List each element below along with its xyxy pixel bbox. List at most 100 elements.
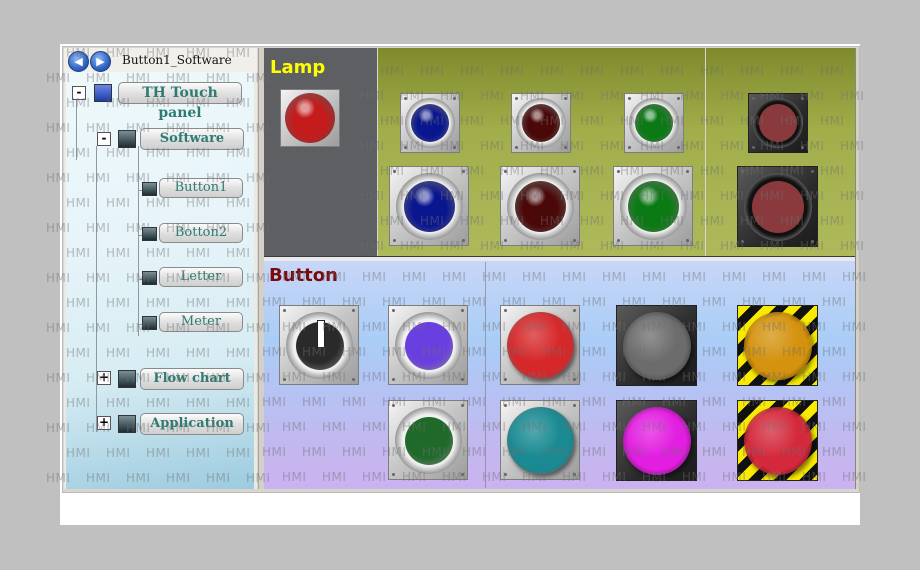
tree-item-th-touch-panel[interactable]: TH Touch panel — [118, 82, 242, 121]
screw — [573, 473, 576, 476]
button-cap — [507, 312, 574, 379]
screw — [392, 378, 395, 381]
button-cap — [623, 407, 691, 475]
screw — [392, 473, 395, 476]
screw — [628, 146, 631, 149]
screw — [504, 378, 507, 381]
lamp-lens — [404, 181, 455, 232]
tree-view: - TH Touch panel - Software Button1 Bott… — [66, 72, 254, 489]
screw — [393, 170, 396, 173]
screw — [515, 97, 518, 100]
collapse-root-toggle[interactable]: - — [72, 86, 86, 100]
lamp-panel-left — [264, 48, 377, 256]
monitor-icon — [94, 84, 112, 102]
lamp-lens — [752, 181, 804, 233]
back-button[interactable]: ◀ — [68, 51, 89, 72]
lamp-bezel — [753, 98, 803, 148]
screw — [801, 146, 804, 149]
lamp-section-title: Lamp — [270, 57, 326, 78]
orange-emergency-button[interactable] — [737, 305, 818, 386]
screw — [617, 170, 620, 173]
screw — [461, 473, 464, 476]
screw — [504, 404, 507, 407]
tree-item-flow-chart[interactable]: Flow chart — [140, 368, 244, 390]
screw — [564, 146, 567, 149]
screw — [573, 239, 576, 242]
tree-item-software[interactable]: Software — [140, 128, 244, 150]
blue-lamp-small — [400, 93, 460, 153]
screw — [504, 309, 507, 312]
screw — [462, 170, 465, 173]
screw — [686, 170, 689, 173]
node-icon — [142, 182, 157, 196]
selector-switch[interactable] — [279, 305, 359, 385]
gray-button[interactable] — [616, 305, 697, 386]
lamp-lens — [759, 104, 797, 142]
maroon-lamp-large — [737, 166, 818, 247]
purple-button[interactable] — [388, 305, 468, 385]
screw — [811, 240, 814, 243]
screw — [453, 146, 456, 149]
screw — [573, 309, 576, 312]
magenta-button[interactable] — [616, 400, 697, 481]
screw — [352, 378, 355, 381]
tree-item-application[interactable]: Application — [140, 413, 244, 435]
button-cap — [623, 312, 691, 380]
breadcrumb: Button1_Software — [122, 53, 232, 67]
tree-item-button1[interactable]: Button1 — [159, 178, 243, 198]
button-cap — [744, 312, 812, 380]
screw — [573, 378, 576, 381]
selector-handle — [317, 320, 325, 348]
lamp-lens — [285, 93, 335, 143]
screw — [352, 309, 355, 312]
lamp-bezel — [744, 173, 812, 241]
screw — [404, 146, 407, 149]
lamp-bezel — [629, 98, 679, 148]
button-section-title: Button — [269, 265, 338, 286]
screw — [393, 239, 396, 242]
green-lamp-small — [624, 93, 684, 153]
screw — [677, 146, 680, 149]
lamp-bezel — [396, 173, 463, 240]
tree-item-meter[interactable]: Meter — [159, 312, 243, 332]
red-button[interactable] — [500, 305, 580, 385]
screw — [461, 309, 464, 312]
lamp-bezel — [620, 173, 687, 240]
lamp-lens — [635, 104, 673, 142]
green-button[interactable] — [388, 400, 468, 480]
screw — [801, 97, 804, 100]
screw — [811, 170, 814, 173]
nav-header: ◀ ▶ Button1_Software — [64, 48, 257, 72]
lamp-lens — [522, 104, 560, 142]
expand-application-toggle[interactable]: + — [97, 416, 111, 430]
node-icon — [142, 316, 157, 330]
screw — [573, 170, 576, 173]
collapse-software-toggle[interactable]: - — [97, 132, 111, 146]
network-node-icon — [118, 415, 136, 433]
lamp-lens — [515, 181, 566, 232]
screw — [462, 239, 465, 242]
expand-flow-chart-toggle[interactable]: + — [97, 371, 111, 385]
column-divider — [485, 262, 486, 488]
screw — [392, 309, 395, 312]
tree-item-botton2[interactable]: Botton2 — [159, 223, 243, 243]
button-cap — [405, 417, 453, 465]
network-node-icon — [118, 130, 136, 148]
network-node-icon — [118, 370, 136, 388]
forward-button[interactable]: ▶ — [90, 51, 111, 72]
darkred-lamp-small — [511, 93, 571, 153]
screw — [504, 170, 507, 173]
screw — [504, 239, 507, 242]
red-emergency-button[interactable] — [737, 400, 818, 481]
screw — [752, 146, 755, 149]
lamp-lens — [411, 104, 449, 142]
navigation-pane: ◀ ▶ Button1_Software - TH Touch panel - … — [64, 48, 257, 489]
screw — [741, 170, 744, 173]
arrow-right-icon: ▶ — [96, 55, 105, 68]
tree-item-letter[interactable]: Letter — [159, 267, 243, 287]
lamp-bezel — [507, 173, 574, 240]
screw — [628, 97, 631, 100]
button-cap — [405, 322, 453, 370]
screw — [453, 97, 456, 100]
teal-button[interactable] — [500, 400, 580, 480]
